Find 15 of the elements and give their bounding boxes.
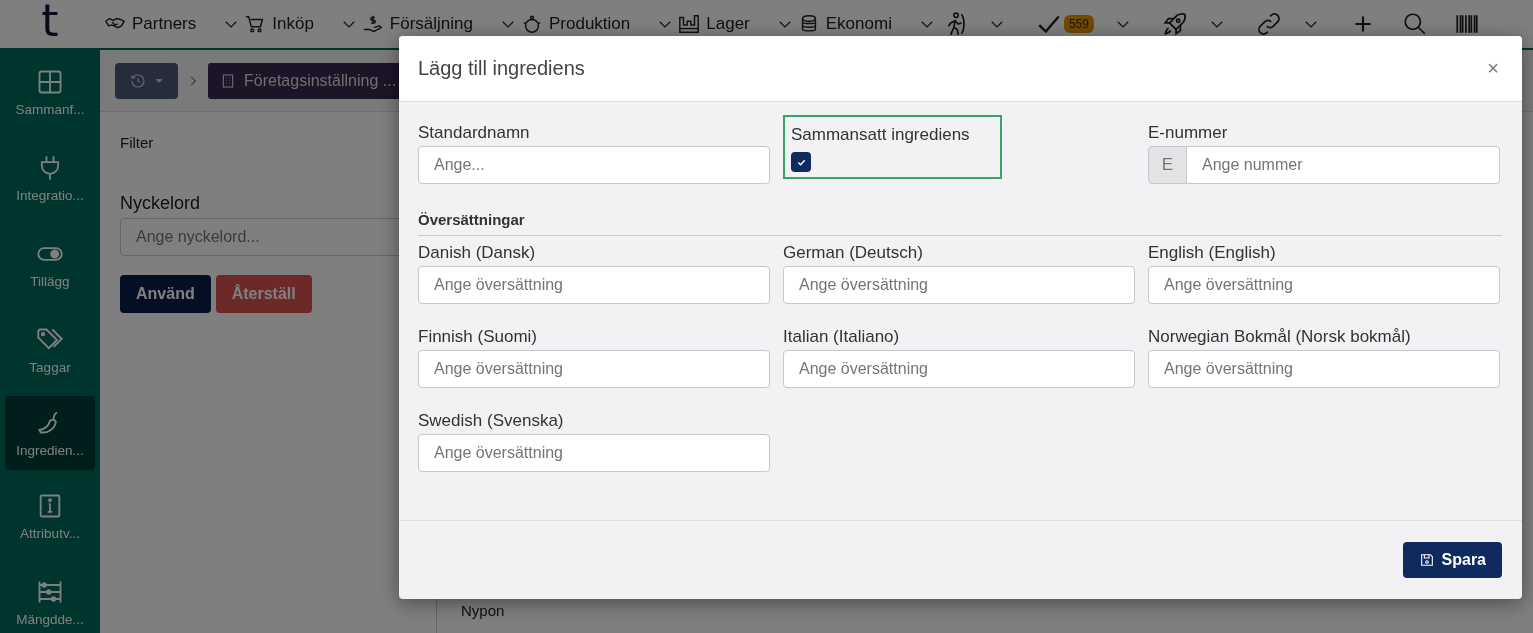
field-label: English (English): [1148, 242, 1277, 264]
count-badge: 559: [1063, 15, 1094, 33]
checkbox-label: Sammansatt ingrediens: [791, 124, 971, 146]
section-heading: Översättningar: [418, 211, 1502, 236]
dialog-title: Lägg till ingrediens: [418, 57, 585, 80]
input-prefix: E: [1148, 146, 1187, 184]
field-label: Norwegian Bokmål (Norsk bokmål): [1148, 326, 1412, 348]
field-label: E-nummer: [1148, 122, 1229, 144]
field-label: Italian (Italiano): [783, 326, 901, 348]
field-label: Nyckelord: [120, 193, 202, 214]
field-label: Finnish (Suomi): [418, 326, 539, 348]
field-label: Standardnamn: [418, 122, 531, 144]
panel-title: Filter: [120, 134, 155, 151]
field-label: German (Deutsch): [783, 242, 924, 264]
field-label: Swedish (Svenska): [418, 410, 565, 432]
